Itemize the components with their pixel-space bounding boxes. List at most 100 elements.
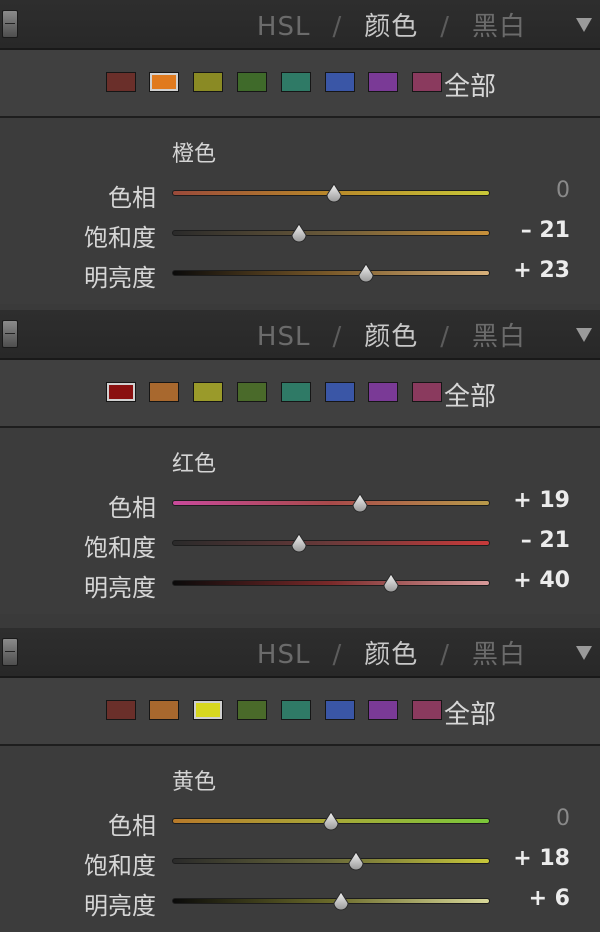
slider-track[interactable] <box>172 540 490 546</box>
slider-value: + 19 <box>513 488 570 513</box>
slider-row: 饱和度 + 18 <box>0 842 600 880</box>
slider-thumb-icon[interactable] <box>330 890 352 912</box>
color-swatch-4[interactable] <box>281 382 311 402</box>
slider-thumb-icon[interactable] <box>323 182 345 204</box>
slider-label: 色相 <box>108 494 156 522</box>
slider-section: 橙色 色相 0 饱和度 – 21 明亮度 + 23 <box>0 118 600 304</box>
slider-thumb-icon[interactable] <box>288 532 310 554</box>
selected-color-name: 红色 <box>172 452 217 477</box>
slider-row: 饱和度 – 21 <box>0 524 600 562</box>
tab-hsl[interactable]: HSL <box>257 12 311 42</box>
slider-section: 红色 色相 + 19 饱和度 – 21 明亮度 + 40 <box>0 428 600 614</box>
slider-label: 色相 <box>108 184 156 212</box>
color-swatch-2[interactable] <box>193 700 223 720</box>
panel-tabs: HSL / 颜色 / 黑白 <box>257 316 526 353</box>
selected-color-name: 黄色 <box>172 770 217 795</box>
color-swatch-3[interactable] <box>237 382 267 402</box>
panel-header: HSL / 颜色 / 黑白 <box>0 0 600 50</box>
slider-value: + 6 <box>528 886 570 911</box>
slider-thumb-icon[interactable] <box>288 222 310 244</box>
color-swatch-0[interactable] <box>106 382 136 402</box>
tab-color[interactable]: 颜色 <box>364 640 418 670</box>
slider-track[interactable] <box>172 270 490 276</box>
color-swatch-5[interactable] <box>325 382 355 402</box>
slider-value: + 23 <box>513 258 570 283</box>
collapse-triangle-icon[interactable] <box>576 328 592 342</box>
slider-value: + 40 <box>513 568 570 593</box>
tab-black-white[interactable]: 黑白 <box>472 322 526 352</box>
slider-track[interactable] <box>172 230 490 236</box>
color-swatch-5[interactable] <box>325 72 355 92</box>
color-swatch-row: 全部 <box>0 360 600 428</box>
tab-hsl[interactable]: HSL <box>257 640 311 670</box>
slider-thumb-icon[interactable] <box>349 492 371 514</box>
color-swatch-7[interactable] <box>412 700 442 720</box>
color-swatch-7[interactable] <box>412 72 442 92</box>
slider-thumb-icon[interactable] <box>320 810 342 832</box>
slider-label: 饱和度 <box>84 224 156 252</box>
color-swatch-1[interactable] <box>149 382 179 402</box>
selected-color-name: 橙色 <box>172 142 217 167</box>
color-swatch-2[interactable] <box>193 382 223 402</box>
slider-track[interactable] <box>172 500 490 506</box>
panel-toggle-switch[interactable] <box>2 320 18 348</box>
all-colors-button[interactable]: 全部 <box>444 694 496 731</box>
tab-separator: / <box>440 322 450 352</box>
panel-header: HSL / 颜色 / 黑白 <box>0 628 600 678</box>
all-colors-button[interactable]: 全部 <box>444 66 496 103</box>
color-swatch-0[interactable] <box>106 700 136 720</box>
color-swatch-7[interactable] <box>412 382 442 402</box>
tab-color[interactable]: 颜色 <box>364 12 418 42</box>
color-swatch-3[interactable] <box>237 72 267 92</box>
slider-value: – 21 <box>520 528 570 553</box>
panel-tabs: HSL / 颜色 / 黑白 <box>257 634 526 671</box>
slider-row: 饱和度 – 21 <box>0 214 600 252</box>
color-swatch-6[interactable] <box>368 700 398 720</box>
slider-value: + 18 <box>513 846 570 871</box>
hsl-panel-red: HSL / 颜色 / 黑白 全部 红色 色相 + 19 饱和度 – 21 明亮度 + 40 <box>0 310 600 628</box>
color-swatch-row: 全部 <box>0 678 600 746</box>
slider-track[interactable] <box>172 580 490 586</box>
panel-header: HSL / 颜色 / 黑白 <box>0 310 600 360</box>
color-swatch-3[interactable] <box>237 700 267 720</box>
collapse-triangle-icon[interactable] <box>576 18 592 32</box>
tab-separator: / <box>332 640 343 670</box>
panel-toggle-switch[interactable] <box>2 10 18 38</box>
color-swatch-5[interactable] <box>325 700 355 720</box>
tab-hsl[interactable]: HSL <box>257 322 311 352</box>
color-swatch-6[interactable] <box>368 382 398 402</box>
tab-separator: / <box>440 640 450 670</box>
tab-separator: / <box>332 322 343 352</box>
tab-separator: / <box>440 12 450 42</box>
tab-black-white[interactable]: 黑白 <box>472 12 526 42</box>
color-swatch-0[interactable] <box>106 72 136 92</box>
hsl-panel-orange: HSL / 颜色 / 黑白 全部 橙色 色相 0 饱和度 – 21 明亮度 + 23 <box>0 0 600 310</box>
slider-row: 色相 0 <box>0 174 600 212</box>
slider-label: 饱和度 <box>84 534 156 562</box>
color-swatch-row: 全部 <box>0 50 600 118</box>
all-colors-button[interactable]: 全部 <box>444 376 496 413</box>
slider-section: 黄色 色相 0 饱和度 + 18 明亮度 + 6 <box>0 746 600 932</box>
panel-tabs: HSL / 颜色 / 黑白 <box>257 6 526 43</box>
panel-toggle-switch[interactable] <box>2 638 18 666</box>
color-swatch-6[interactable] <box>368 72 398 92</box>
color-swatch-4[interactable] <box>281 700 311 720</box>
slider-label: 明亮度 <box>84 264 156 292</box>
slider-row: 色相 + 19 <box>0 484 600 522</box>
slider-label: 饱和度 <box>84 852 156 880</box>
color-swatch-2[interactable] <box>193 72 223 92</box>
color-swatch-1[interactable] <box>149 700 179 720</box>
hsl-panels: HSL / 颜色 / 黑白 全部 橙色 色相 0 饱和度 – 21 明亮度 + 23 HSL / 颜色… <box>0 0 600 932</box>
slider-label: 色相 <box>108 812 156 840</box>
color-swatch-1[interactable] <box>149 72 179 92</box>
slider-value: 0 <box>556 178 570 203</box>
slider-thumb-icon[interactable] <box>380 572 402 594</box>
slider-row: 明亮度 + 40 <box>0 564 600 602</box>
slider-thumb-icon[interactable] <box>345 850 367 872</box>
slider-track[interactable] <box>172 858 490 864</box>
collapse-triangle-icon[interactable] <box>576 646 592 660</box>
slider-thumb-icon[interactable] <box>355 262 377 284</box>
color-swatch-4[interactable] <box>281 72 311 92</box>
tab-color[interactable]: 颜色 <box>364 322 418 352</box>
tab-black-white[interactable]: 黑白 <box>472 640 526 670</box>
